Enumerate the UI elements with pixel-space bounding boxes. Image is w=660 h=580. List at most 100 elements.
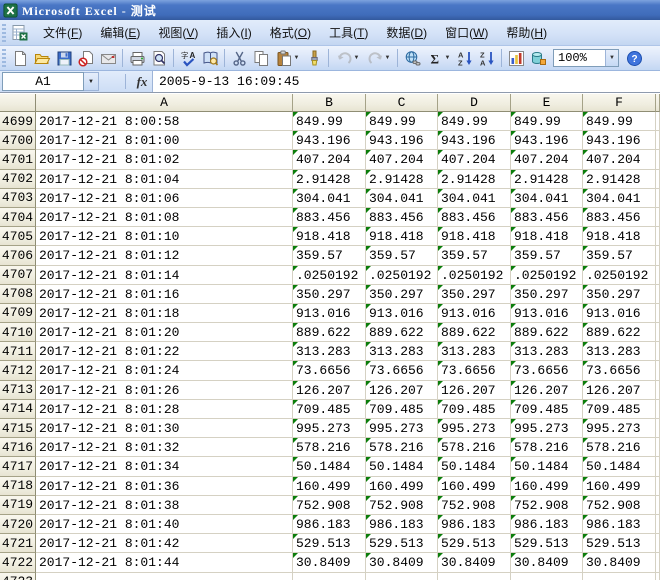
cell-F4715[interactable]: 995.273 — [583, 419, 656, 438]
cell-F4713[interactable]: 126.207 — [583, 381, 656, 400]
cell-C4701[interactable]: 407.204 — [366, 150, 438, 169]
cell-partial-4715[interactable] — [656, 419, 660, 438]
cell-F4702[interactable]: 2.91428 — [583, 170, 656, 189]
row-header-4717[interactable]: 4717 — [0, 457, 36, 476]
menu-grip-handle[interactable] — [2, 24, 6, 42]
paste-dropdown-icon[interactable]: ▼ — [294, 55, 300, 61]
cell-A4723[interactable] — [36, 573, 293, 580]
cell-A4700[interactable]: 2017-12-21 8:01:00 — [36, 131, 293, 150]
row-header-4709[interactable]: 4709 — [0, 304, 36, 323]
cell-C4706[interactable]: 359.57 — [366, 246, 438, 265]
cell-A4717[interactable]: 2017-12-21 8:01:34 — [36, 457, 293, 476]
cell-A4712[interactable]: 2017-12-21 8:01:24 — [36, 361, 293, 380]
cell-A4711[interactable]: 2017-12-21 8:01:22 — [36, 342, 293, 361]
cell-C4718[interactable]: 160.499 — [366, 477, 438, 496]
cell-A4706[interactable]: 2017-12-21 8:01:12 — [36, 246, 293, 265]
cell-E4701[interactable]: 407.204 — [511, 150, 583, 169]
column-header-partial[interactable] — [656, 94, 660, 112]
cell-A4718[interactable]: 2017-12-21 8:01:36 — [36, 477, 293, 496]
column-header-C[interactable]: C — [366, 94, 438, 112]
cell-B4703[interactable]: 304.041 — [293, 189, 366, 208]
formula-input[interactable]: 2005-9-13 16:09:45 — [152, 71, 660, 92]
cell-D4718[interactable]: 160.499 — [438, 477, 511, 496]
menu-item-view[interactable]: 视图(V) — [149, 20, 207, 45]
toolbar-grip-handle[interactable] — [2, 49, 6, 67]
cell-B4710[interactable]: 889.622 — [293, 323, 366, 342]
row-header-4712[interactable]: 4712 — [0, 361, 36, 380]
cell-D4706[interactable]: 359.57 — [438, 246, 511, 265]
menu-item-edit[interactable]: 编辑(E) — [91, 20, 149, 45]
zoom-level-value[interactable]: 100% — [554, 51, 605, 65]
cell-partial-4713[interactable] — [656, 381, 660, 400]
cell-partial-4707[interactable] — [656, 266, 660, 285]
cell-F4721[interactable]: 529.513 — [583, 534, 656, 553]
cell-F4700[interactable]: 943.196 — [583, 131, 656, 150]
cell-F4703[interactable]: 304.041 — [583, 189, 656, 208]
cell-E4719[interactable]: 752.908 — [511, 496, 583, 515]
cell-C4704[interactable]: 883.456 — [366, 208, 438, 227]
cell-D4701[interactable]: 407.204 — [438, 150, 511, 169]
cell-B4722[interactable]: 30.8409 — [293, 553, 366, 572]
cell-partial-4699[interactable] — [656, 112, 660, 131]
spelling-button[interactable]: 字A — [177, 48, 199, 69]
row-header-4703[interactable]: 4703 — [0, 189, 36, 208]
permission-button[interactable] — [75, 48, 97, 69]
cell-B4705[interactable]: 918.418 — [293, 227, 366, 246]
cell-C4702[interactable]: 2.91428 — [366, 170, 438, 189]
select-all-corner[interactable] — [0, 94, 36, 112]
cell-F4716[interactable]: 578.216 — [583, 438, 656, 457]
cell-partial-4704[interactable] — [656, 208, 660, 227]
cell-partial-4716[interactable] — [656, 438, 660, 457]
cell-A4713[interactable]: 2017-12-21 8:01:26 — [36, 381, 293, 400]
cell-partial-4723[interactable] — [656, 573, 660, 580]
cell-D4709[interactable]: 913.016 — [438, 304, 511, 323]
new-workbook-button[interactable] — [9, 48, 31, 69]
cell-A4701[interactable]: 2017-12-21 8:01:02 — [36, 150, 293, 169]
cell-E4713[interactable]: 126.207 — [511, 381, 583, 400]
menu-item-tools[interactable]: 工具(T) — [320, 20, 377, 45]
cell-B4720[interactable]: 986.183 — [293, 515, 366, 534]
cell-F4720[interactable]: 986.183 — [583, 515, 656, 534]
cell-E4700[interactable]: 943.196 — [511, 131, 583, 150]
cell-A4703[interactable]: 2017-12-21 8:01:06 — [36, 189, 293, 208]
cut-button[interactable] — [228, 48, 250, 69]
cell-D4711[interactable]: 313.283 — [438, 342, 511, 361]
cell-F4722[interactable]: 30.8409 — [583, 553, 656, 572]
cell-A4710[interactable]: 2017-12-21 8:01:20 — [36, 323, 293, 342]
column-header-B[interactable]: B — [293, 94, 366, 112]
open-button[interactable] — [31, 48, 53, 69]
cell-D4700[interactable]: 943.196 — [438, 131, 511, 150]
autosum-dropdown-icon[interactable]: ▼ — [445, 55, 451, 61]
cell-C4716[interactable]: 578.216 — [366, 438, 438, 457]
cell-A4705[interactable]: 2017-12-21 8:01:10 — [36, 227, 293, 246]
cell-A4702[interactable]: 2017-12-21 8:01:04 — [36, 170, 293, 189]
cell-A4714[interactable]: 2017-12-21 8:01:28 — [36, 400, 293, 419]
cell-partial-4711[interactable] — [656, 342, 660, 361]
row-header-4718[interactable]: 4718 — [0, 477, 36, 496]
hyperlink-button[interactable] — [401, 48, 423, 69]
cell-D4710[interactable]: 889.622 — [438, 323, 511, 342]
cell-D4720[interactable]: 986.183 — [438, 515, 511, 534]
cell-D4712[interactable]: 73.6656 — [438, 361, 511, 380]
name-box-dropdown-icon[interactable]: ▼ — [84, 72, 99, 91]
cell-E4710[interactable]: 889.622 — [511, 323, 583, 342]
cell-E4720[interactable]: 986.183 — [511, 515, 583, 534]
cell-D4708[interactable]: 350.297 — [438, 285, 511, 304]
cell-partial-4718[interactable] — [656, 477, 660, 496]
cell-F4699[interactable]: 849.99 — [583, 112, 656, 131]
cell-partial-4701[interactable] — [656, 150, 660, 169]
cell-E4705[interactable]: 918.418 — [511, 227, 583, 246]
cell-C4711[interactable]: 313.283 — [366, 342, 438, 361]
copy-button[interactable] — [250, 48, 272, 69]
cell-D4707[interactable]: .0250192 — [438, 266, 511, 285]
save-button[interactable] — [53, 48, 75, 69]
cell-A4699[interactable]: 2017-12-21 8:00:58 — [36, 112, 293, 131]
cell-B4704[interactable]: 883.456 — [293, 208, 366, 227]
title-bar[interactable]: Microsoft Excel - 测试 — [0, 0, 660, 20]
cell-C4722[interactable]: 30.8409 — [366, 553, 438, 572]
cell-E4708[interactable]: 350.297 — [511, 285, 583, 304]
insert-function-icon[interactable]: fx — [132, 71, 152, 92]
cell-partial-4721[interactable] — [656, 534, 660, 553]
cell-partial-4708[interactable] — [656, 285, 660, 304]
menu-item-help[interactable]: 帮助(H) — [497, 20, 556, 45]
